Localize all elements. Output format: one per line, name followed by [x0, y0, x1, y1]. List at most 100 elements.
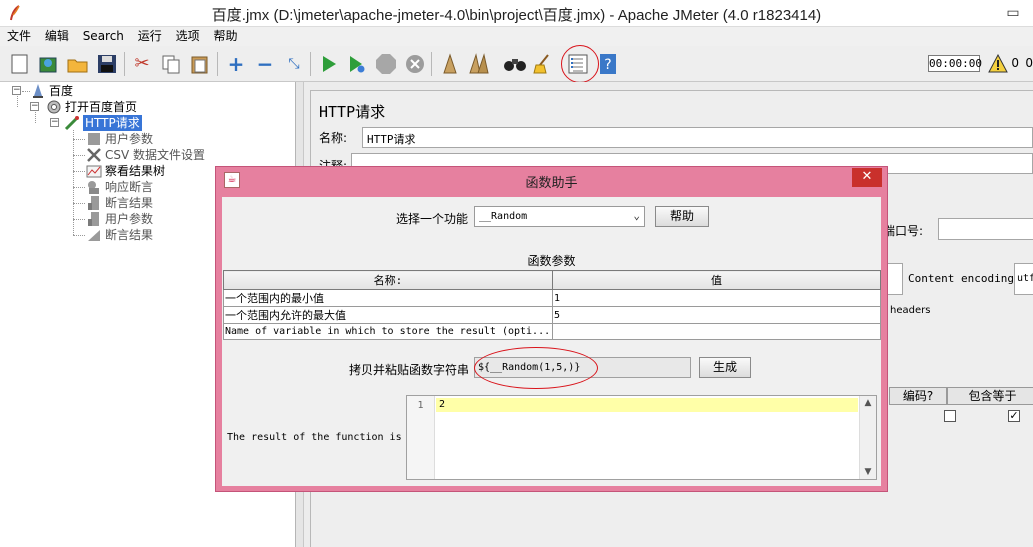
stop-icon[interactable] [374, 52, 398, 76]
tree-item-user-params[interactable]: 用户参数 [86, 131, 153, 147]
line-number-gutter: 1 [407, 396, 435, 479]
tree-line [73, 139, 85, 140]
param-name-cell: 一个范围内允许的最大值 [223, 306, 553, 324]
param-value-cell[interactable]: 1 [551, 289, 882, 307]
collapse-icon[interactable]: − [253, 52, 277, 76]
warning-icon [988, 54, 1008, 73]
tree-item-assertion-results-2[interactable]: 断言结果 [86, 227, 153, 243]
http-sampler-icon [64, 115, 80, 131]
tree-item-test-plan[interactable]: 百度 [30, 83, 73, 99]
toggle-icon[interactable]: ⤡ [282, 52, 306, 76]
col-header-name: 名称: [223, 270, 553, 290]
include-equals-checkbox[interactable]: ✓ [1008, 410, 1020, 422]
start-no-pauses-icon[interactable] [345, 52, 369, 76]
expand-icon[interactable]: + [224, 52, 248, 76]
dialog-title: 函数助手 [525, 176, 578, 191]
tree-item-user-params-2[interactable]: 用户参数 [86, 211, 153, 227]
dialog-titlebar: ☕ 函数助手 ✕ [216, 167, 887, 193]
menu-options[interactable]: 选项 [169, 27, 203, 46]
new-icon[interactable] [8, 52, 32, 76]
start-icon[interactable] [317, 52, 341, 76]
menu-help[interactable]: 帮助 [206, 27, 240, 46]
line-number: 1 [417, 400, 424, 411]
tree-item-thread-group[interactable]: 打开百度首页 [46, 99, 137, 115]
shutdown-icon[interactable] [403, 52, 427, 76]
templates-icon[interactable] [37, 52, 61, 76]
preprocessor-icon [86, 131, 102, 147]
cut-icon[interactable]: ✂ [130, 52, 154, 76]
function-select[interactable]: __Random ⌄ [474, 206, 645, 227]
clear-icon[interactable] [438, 52, 462, 76]
tree-item-response-assertion[interactable]: 响应断言 [86, 179, 153, 195]
open-icon[interactable] [66, 52, 90, 76]
dialog-close-button[interactable]: ✕ [852, 168, 882, 187]
paste-icon[interactable] [188, 52, 212, 76]
port-label: 端口号: [883, 224, 924, 238]
svg-text:?: ? [604, 57, 611, 73]
function-select-value: __Random [479, 211, 528, 222]
elapsed-timer: 00:00:00 [928, 55, 982, 72]
toolbar: ✂ + − ⤡ ? 00:00:00 0 0 [0, 45, 1033, 83]
headers-text: headers [890, 305, 931, 316]
menu-edit[interactable]: 编辑 [38, 27, 72, 46]
copy-paste-label: 拷贝并粘贴函数字符串 [349, 363, 470, 377]
assertion-results-icon [86, 195, 102, 211]
save-icon[interactable] [95, 52, 119, 76]
tree-line [22, 91, 30, 92]
menu-run[interactable]: 运行 [131, 27, 165, 46]
help-icon[interactable]: ? [596, 52, 620, 76]
tree-collapse-toggle[interactable]: − [50, 118, 59, 127]
thread-group-icon [46, 99, 62, 115]
port-field[interactable] [938, 218, 1033, 240]
tree-item-csv-config[interactable]: CSV 数据文件设置 [86, 147, 205, 163]
param-value-cell[interactable]: 5 [551, 306, 882, 324]
tree-line [73, 219, 85, 220]
function-string-field[interactable]: ${__Random(1,5,)} [474, 357, 691, 378]
choose-function-label: 选择一个功能 [396, 212, 469, 226]
warning-count: 0 [1011, 56, 1019, 70]
window-maximize-button[interactable]: ▭ [993, 0, 1033, 27]
copy-icon[interactable] [159, 52, 183, 76]
assertion-icon [86, 179, 102, 195]
section-title: HTTP请求 [319, 103, 386, 121]
tree-item-assertion-results[interactable]: 断言结果 [86, 195, 153, 211]
result-value: 2 [436, 398, 858, 412]
tree-collapse-toggle[interactable]: − [12, 86, 21, 95]
reset-search-icon[interactable] [531, 52, 555, 76]
content-encoding-field[interactable]: utf [1014, 263, 1033, 295]
search-icon[interactable] [503, 52, 527, 76]
param-name-cell: Name of variable in which to store the r… [223, 323, 553, 340]
menu-bar: 文件 编辑 Search 运行 选项 帮助 [0, 27, 1033, 46]
content-encoding-label: Content encoding: [908, 272, 1021, 285]
window-titlebar: 百度.jmx (D:\jmeter\apache-jmeter-4.0\bin\… [0, 0, 1033, 27]
menu-file[interactable]: 文件 [0, 27, 34, 46]
table-row: Name of variable in which to store the r… [223, 323, 882, 340]
tree-line [73, 203, 85, 204]
tree-item-view-results-tree[interactable]: 察看结果树 [86, 163, 165, 179]
toolbar-separator [310, 52, 311, 76]
scroll-up-icon[interactable]: ▲ [860, 398, 876, 408]
preprocessor-icon [86, 211, 102, 227]
help-button[interactable]: 帮助 [655, 206, 709, 227]
param-value-cell[interactable] [551, 323, 882, 340]
tree-line [17, 96, 18, 107]
scroll-down-icon[interactable]: ▼ [860, 467, 876, 477]
tree-line [35, 112, 36, 123]
function-helper-icon[interactable] [566, 52, 590, 76]
window-title: 百度.jmx (D:\jmeter\apache-jmeter-4.0\bin\… [211, 7, 822, 24]
table-row: 一个范围内的最小值 1 [223, 289, 882, 307]
dialog-body: 选择一个功能 __Random ⌄ 帮助 函数参数 名称: 值 一个范围内的最小… [222, 197, 882, 486]
tree-item-http-request[interactable]: HTTP请求 [64, 115, 142, 131]
tree-collapse-toggle[interactable]: − [30, 102, 39, 111]
menu-search[interactable]: Search [76, 27, 127, 46]
name-field[interactable]: HTTP请求 [362, 127, 1033, 148]
encode-checkbox[interactable] [944, 410, 956, 422]
toolbar-separator [217, 52, 218, 76]
clear-all-icon[interactable] [467, 52, 491, 76]
vertical-scrollbar[interactable]: ▲ ▼ [859, 396, 876, 479]
generate-button[interactable]: 生成 [699, 357, 751, 378]
param-name-cell: 一个范围内的最小值 [223, 289, 553, 307]
tree-line [73, 187, 85, 188]
tree-line [73, 235, 85, 236]
result-textarea[interactable]: 1 2 ▲ ▼ [406, 395, 877, 480]
